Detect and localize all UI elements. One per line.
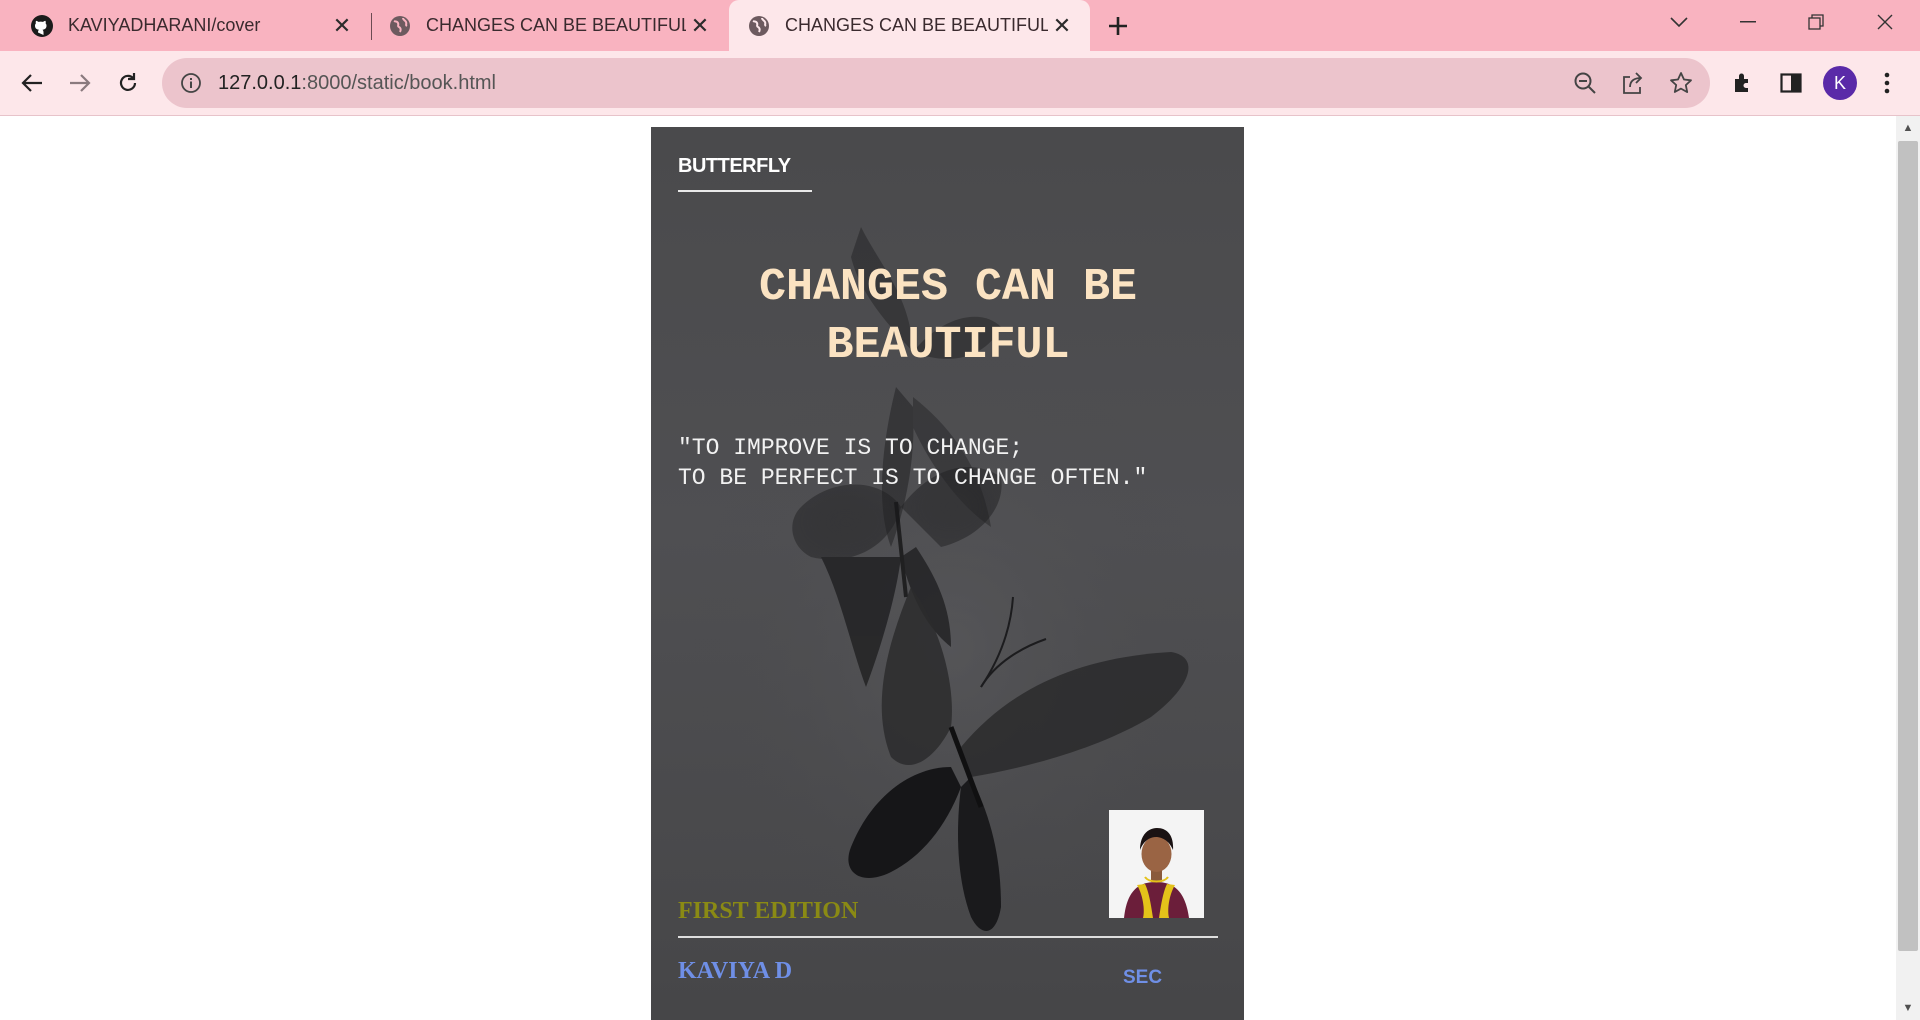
tab-title: CHANGES CAN BE BEAUTIFUL bbox=[785, 15, 1048, 35]
college-name: SEC bbox=[1123, 967, 1163, 988]
footer-divider bbox=[678, 936, 1218, 938]
url-path: :8000/static/book.html bbox=[301, 71, 496, 94]
zoom-out-icon[interactable] bbox=[1572, 70, 1598, 96]
close-tab-icon[interactable]: ✕ bbox=[328, 12, 356, 40]
menu-kebab-icon[interactable] bbox=[1870, 66, 1904, 100]
close-tab-icon[interactable]: ✕ bbox=[686, 12, 714, 40]
tab-title: CHANGES CAN BE BEAUTIFUL bbox=[426, 15, 686, 35]
address-bar[interactable]: 127.0.0.1:8000/static/book.html bbox=[162, 58, 1710, 108]
url-host: 127.0.0.1 bbox=[218, 71, 302, 94]
scroll-up-arrow-icon[interactable]: ▲ bbox=[1898, 118, 1918, 138]
globe-icon bbox=[388, 14, 412, 38]
book-cover: BUTTERFLY CHANGES CAN BE BEAUTIFUL "TO I… bbox=[651, 127, 1244, 1020]
close-tab-icon[interactable]: ✕ bbox=[1048, 12, 1076, 40]
forward-button[interactable] bbox=[60, 63, 100, 103]
quote-line-2: TO BE PERFECT IS TO CHANGE OFTEN." bbox=[678, 465, 1148, 491]
tab-search-button[interactable] bbox=[1645, 0, 1713, 44]
share-icon[interactable] bbox=[1620, 70, 1646, 96]
tab-book-active[interactable]: CHANGES CAN BE BEAUTIFUL ✕ bbox=[729, 0, 1090, 51]
scroll-down-arrow-icon[interactable]: ▼ bbox=[1898, 998, 1918, 1018]
edition-label: FIRST EDITION bbox=[678, 898, 859, 924]
extensions-icon[interactable] bbox=[1726, 66, 1760, 100]
close-window-button[interactable] bbox=[1851, 0, 1919, 44]
book-title: CHANGES CAN BE BEAUTIFUL bbox=[758, 262, 1138, 371]
tab-book-1[interactable]: CHANGES CAN BE BEAUTIFUL ✕ bbox=[358, 0, 728, 51]
quote-line-1: "TO IMPROVE IS TO CHANGE; bbox=[678, 435, 1024, 461]
tab-github-cover[interactable]: KAVIYADHARANI/cover ✕ bbox=[0, 0, 370, 51]
new-tab-button[interactable] bbox=[1100, 8, 1136, 44]
publisher-name: BUTTERFLY bbox=[678, 155, 791, 177]
site-info-icon[interactable] bbox=[178, 70, 204, 96]
bookmark-star-icon[interactable] bbox=[1668, 70, 1694, 96]
github-icon bbox=[30, 14, 54, 38]
author-name: KAVIYA D bbox=[678, 958, 793, 984]
minimize-button[interactable] bbox=[1714, 0, 1782, 44]
book-quote: "TO IMPROVE IS TO CHANGE; TO BE PERFECT … bbox=[678, 433, 1223, 493]
back-button[interactable] bbox=[12, 63, 52, 103]
url-text[interactable]: 127.0.0.1:8000/static/book.html bbox=[218, 72, 496, 95]
author-portrait-image bbox=[1109, 810, 1204, 918]
author-photo bbox=[1109, 810, 1204, 918]
profile-avatar[interactable]: K bbox=[1823, 66, 1857, 100]
publisher-underline bbox=[678, 190, 812, 192]
tab-title: KAVIYADHARANI/cover bbox=[68, 15, 261, 35]
scrollbar-thumb[interactable] bbox=[1898, 141, 1918, 951]
restore-button[interactable] bbox=[1782, 0, 1850, 44]
reload-button[interactable] bbox=[108, 63, 148, 103]
side-panel-icon[interactable] bbox=[1774, 66, 1808, 100]
globe-icon bbox=[747, 14, 771, 38]
